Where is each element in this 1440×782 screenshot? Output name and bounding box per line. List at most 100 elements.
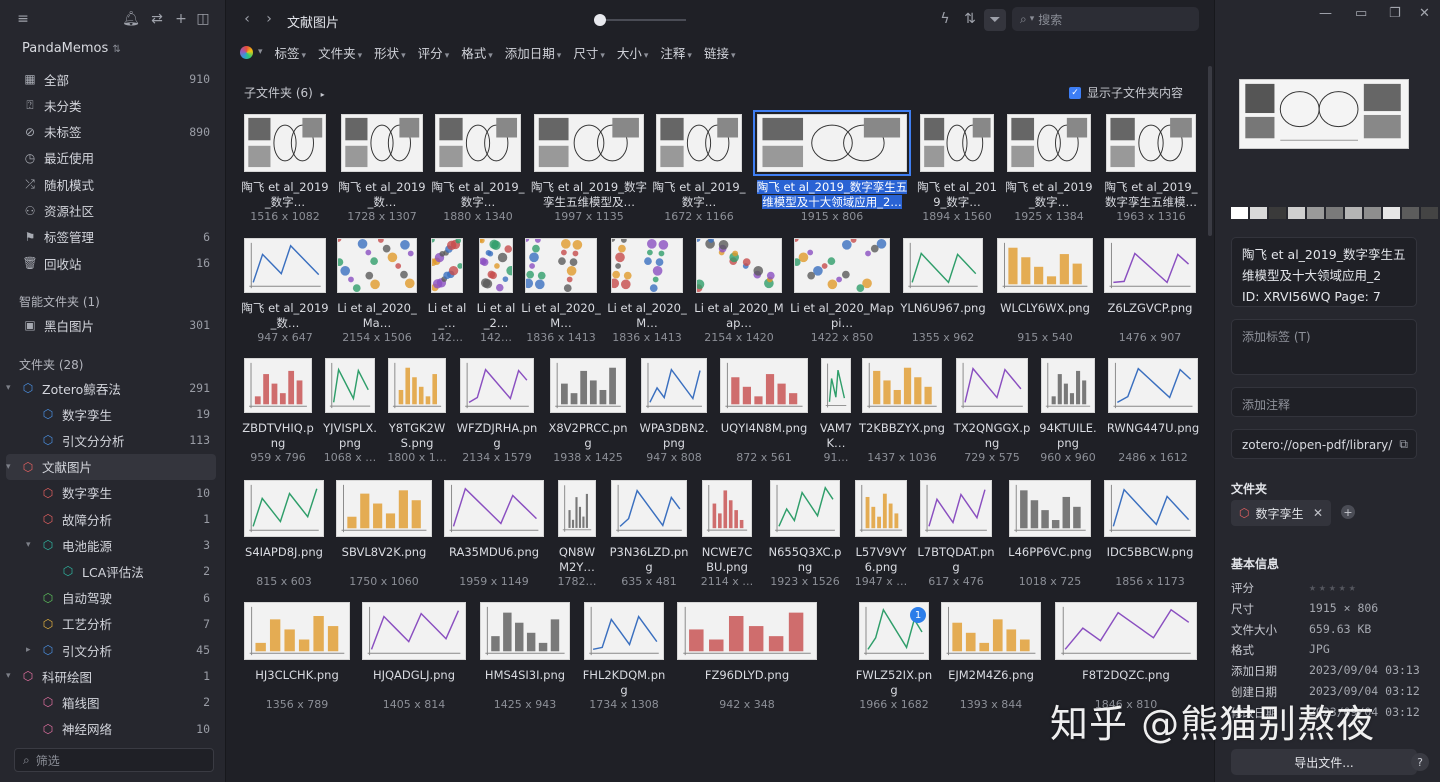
subfolders-toggle[interactable]: 子文件夹 (6) ▸ — [244, 84, 325, 101]
tag-input[interactable]: 添加标签 (T) — [1231, 319, 1417, 375]
folder-item[interactable]: ⬡ 箱线图 2 — [0, 689, 225, 715]
thumbnail-image[interactable] — [244, 114, 326, 172]
color-swatch[interactable] — [1326, 207, 1343, 219]
thumbnail-image[interactable] — [1007, 114, 1091, 172]
preview-image[interactable] — [1239, 79, 1409, 149]
remove-folder-icon[interactable]: ✕ — [1313, 506, 1323, 520]
thumbnail-image[interactable] — [341, 114, 423, 172]
grid-item[interactable]: NCWE7CBU.png 2114 x … — [701, 480, 753, 592]
sidebar-item[interactable]: ◷ 最近使用 — [0, 145, 225, 171]
folder-caret-icon[interactable]: ▾ — [6, 671, 16, 681]
thumbnail-image[interactable] — [1108, 358, 1198, 413]
sidebar-item[interactable]: ⍰ 未分类 — [0, 92, 225, 118]
grid-item[interactable]: Li et al_2020_Mappi… 1422 x 850 — [790, 238, 894, 350]
grid-item[interactable]: IDC5BBCW.png 1856 x 1173 — [1104, 480, 1196, 592]
grid-item[interactable]: EJM2M4Z6.png 1393 x 844 — [941, 602, 1041, 714]
grid-item[interactable]: UQYI4N8M.png 872 x 561 — [720, 358, 808, 470]
color-swatch[interactable] — [1307, 207, 1324, 219]
thumbnail-image[interactable] — [641, 358, 707, 413]
filter-dropdown[interactable]: 文件夹 ▾ — [318, 46, 362, 61]
thumbnail-image[interactable] — [480, 602, 570, 660]
add-folder-icon[interactable]: + — [1341, 505, 1355, 519]
grid-item[interactable]: 陶飞 et al_2019_数字… 1925 x 1384 — [1005, 114, 1093, 226]
thumbnail-image[interactable] — [1104, 480, 1196, 537]
grid-item[interactable]: 1 FWLZ52IX.png 1966 x 1682 — [856, 602, 932, 714]
thumbnail-image[interactable] — [431, 238, 463, 293]
thumbnail-image[interactable] — [1104, 238, 1196, 293]
grid-item[interactable]: SBVL8V2K.png 1750 x 1060 — [336, 480, 432, 592]
color-swatch[interactable] — [1364, 207, 1381, 219]
grid-item[interactable]: TX2QNGGX.png 729 x 575 — [954, 358, 1030, 470]
folder-item[interactable]: ⬡ 引文分分析 113 — [0, 427, 225, 453]
grid-item[interactable]: 陶飞 et al_2019_数… 1728 x 1307 — [338, 114, 426, 226]
restore-icon[interactable]: ▭ — [1355, 6, 1367, 21]
grid-item[interactable]: S4IAPD8J.png 815 x 603 — [244, 480, 324, 592]
filter-dropdown[interactable]: 大小 ▾ — [617, 46, 649, 61]
sidebar-item[interactable]: ⚑ 标签管理 6 — [0, 224, 225, 250]
grid-item[interactable]: Li et al_2… 142… — [477, 238, 515, 350]
help-icon[interactable]: ? — [1411, 753, 1429, 771]
filter-dropdown[interactable]: 尺寸 ▾ — [573, 46, 605, 61]
library-switcher[interactable]: PandaMemos ⇅ — [22, 41, 121, 56]
thumbnail-image[interactable] — [337, 238, 417, 293]
smart-folder-item[interactable]: ▣ 黑白图片 301 — [0, 312, 225, 338]
folder-caret-icon[interactable]: ▾ — [26, 540, 36, 550]
folder-chip[interactable]: ⬡ 数字孪生 ✕ — [1231, 500, 1331, 526]
folder-item[interactable]: ▾ ⬡ 科研绘图 1 — [0, 663, 225, 689]
grid-item[interactable]: 陶飞 et al_2019_数字孪生五维模型及十大领域应用_2… 1915 x 8… — [753, 110, 911, 226]
folder-caret-icon[interactable]: ▸ — [26, 645, 36, 655]
thumbnail-image[interactable] — [244, 602, 350, 660]
sidebar-item[interactable]: 🗑︎ 回收站 16 — [0, 250, 225, 276]
grid-item[interactable]: L46PP6VC.png 1018 x 725 — [1008, 480, 1092, 592]
item-title-box[interactable]: 陶飞 et al_2019_数字孪生五维模型及十大领域应用_2 ID: XRVI5… — [1231, 237, 1417, 307]
thumbnail-image[interactable] — [920, 114, 994, 172]
filter-dropdown[interactable]: 标签 ▾ — [275, 46, 307, 61]
thumbnail-image[interactable] — [997, 238, 1093, 293]
folder-item[interactable]: ⬡ 神经网络 10 — [0, 716, 225, 742]
show-subfolder-content-checkbox[interactable]: ✓ 显示子文件夹内容 — [1069, 84, 1183, 101]
grid-item[interactable]: Li et al_… 142… — [428, 238, 466, 350]
folder-item[interactable]: ▾ ⬡ Zotero鲸吞法 291 — [0, 375, 225, 401]
grid-item[interactable]: 陶飞 et al_2019_数字… 1894 x 1560 — [917, 114, 997, 226]
grid-item[interactable]: Y8TGK2WS.png 1800 x 1… — [387, 358, 447, 470]
grid-item[interactable]: L7BTQDAT.png 617 x 476 — [917, 480, 995, 592]
lightning-icon[interactable]: ϟ — [936, 10, 954, 28]
close-icon[interactable]: ✕ — [1419, 6, 1430, 21]
grid-item[interactable]: RA35MDU6.png 1959 x 1149 — [444, 480, 544, 592]
folder-item[interactable]: ⬡ 工艺分析 7 — [0, 611, 225, 637]
thumbnail-image[interactable] — [696, 238, 782, 293]
folder-item[interactable]: ⬡ LCA评估法 2 — [0, 558, 225, 584]
add-icon[interactable]: + — [172, 10, 190, 28]
grid-item[interactable]: 94KTUILE.png 960 x 960 — [1039, 358, 1097, 470]
thumbnail-image[interactable] — [244, 358, 312, 413]
thumbnail-image[interactable] — [244, 480, 324, 537]
thumbnail-image[interactable] — [435, 114, 521, 172]
color-swatch[interactable] — [1345, 207, 1362, 219]
color-swatch[interactable] — [1269, 207, 1286, 219]
thumbnail-image[interactable] — [534, 114, 644, 172]
grid-item[interactable]: 陶飞 et al_2019_数字孪生五维模… 1963 x 1316 — [1105, 114, 1197, 226]
grid-item[interactable]: Li et al_2020_M… 1836 x 1413 — [607, 238, 687, 350]
thumbnail-image[interactable] — [525, 238, 597, 293]
thumbnail-image[interactable] — [325, 358, 375, 413]
grid-item[interactable]: VAM7K… 91… — [820, 358, 852, 470]
folder-item[interactable]: ⬡ 故障分析 1 — [0, 506, 225, 532]
sidebar-filter-input[interactable]: ⌕ 筛选 — [14, 748, 214, 772]
grid-item[interactable]: FZ96DLYD.png 942 x 348 — [677, 602, 817, 714]
sync-icon[interactable]: ⇄ — [148, 10, 166, 28]
thumbnail-image[interactable] — [770, 480, 840, 537]
back-icon[interactable]: ‹ — [238, 10, 256, 28]
grid-item[interactable]: Li et al_2020_M… 1836 x 1413 — [521, 238, 601, 350]
grid-item[interactable]: 陶飞 et al_2019_数字… 1516 x 1082 — [241, 114, 329, 226]
thumbnail-image[interactable] — [794, 238, 890, 293]
zoom-slider-track[interactable] — [598, 19, 686, 21]
grid-item[interactable]: QN8WM2Y… 1782… — [558, 480, 597, 592]
thumbnail-image[interactable] — [862, 358, 942, 413]
thumbnail-image[interactable]: 1 — [859, 602, 929, 660]
thumbnail-image[interactable] — [1106, 114, 1196, 172]
filter-dropdown[interactable]: 形状 ▾ — [374, 46, 406, 61]
grid-item[interactable]: Li et al_2020_Ma… 2154 x 1506 — [337, 238, 417, 350]
thumbnail-image[interactable] — [244, 238, 326, 293]
thumbnail-image[interactable] — [460, 358, 534, 413]
folder-item[interactable]: ⬡ 自动驾驶 6 — [0, 585, 225, 611]
